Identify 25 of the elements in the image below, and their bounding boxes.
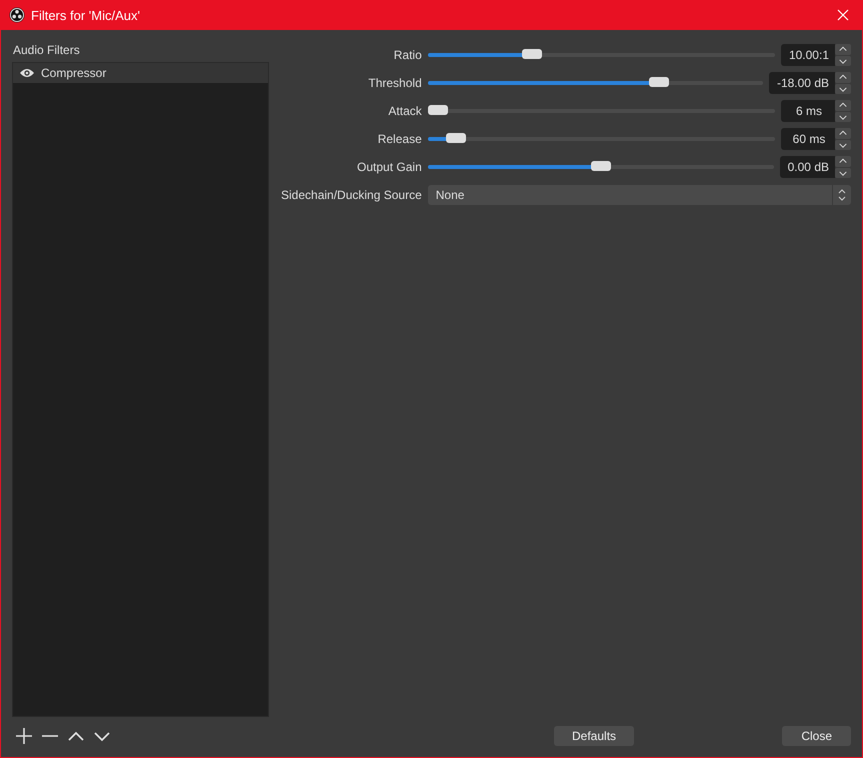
defaults-button[interactable]: Defaults <box>554 726 634 746</box>
slider-thumb[interactable] <box>428 105 448 115</box>
slider-thumb[interactable] <box>446 133 466 143</box>
field-label: Sidechain/Ducking Source <box>281 188 422 202</box>
slider-thumb[interactable] <box>649 77 670 87</box>
slider-thumb[interactable] <box>522 49 542 59</box>
spin-box[interactable]: 10.00:1 <box>780 44 835 66</box>
field-label: Threshold <box>367 76 422 90</box>
spin-box[interactable]: -18.00 dB <box>768 72 835 94</box>
close-button[interactable]: Close <box>782 726 851 746</box>
section-label: Audio Filters <box>12 42 81 59</box>
slider-thumb[interactable] <box>590 161 611 171</box>
field-label: Ratio <box>392 48 422 62</box>
field-label: Release <box>376 132 422 146</box>
add-icon[interactable] <box>14 726 34 746</box>
dropdown[interactable]: None <box>428 185 851 205</box>
spin-box[interactable]: 0.00 dB <box>780 156 835 178</box>
filter-item[interactable]: Compressor <box>13 63 268 83</box>
eye-icon[interactable] <box>19 67 35 79</box>
spin-box[interactable]: 60 ms <box>781 128 835 150</box>
field-label: Output Gain <box>356 160 422 174</box>
spin-box[interactable]: 6 ms <box>781 100 835 122</box>
field-label: Attack <box>387 104 422 118</box>
app-logo-icon <box>9 7 25 23</box>
window-title: Filters for 'Mic/Aux' <box>31 8 141 22</box>
